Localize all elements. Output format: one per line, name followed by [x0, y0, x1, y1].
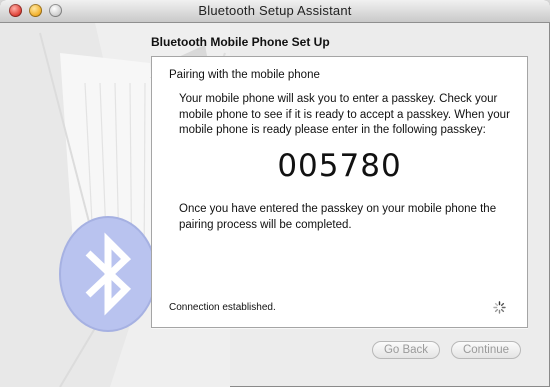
setup-assistant-window: Bluetooth Setup Assistant Bluetooth Mobi…: [0, 0, 550, 387]
completion-text: Once you have entered the passkey on you…: [179, 203, 497, 231]
bluetooth-icon: [59, 216, 157, 332]
go-back-button[interactable]: Go Back: [372, 341, 440, 359]
continue-button[interactable]: Continue: [451, 341, 521, 359]
spinner-icon: [493, 301, 506, 314]
passkey-display: 005780: [277, 148, 402, 184]
title-bar[interactable]: Bluetooth Setup Assistant: [0, 0, 550, 23]
status-text: Connection established.: [169, 302, 276, 313]
content-panel: Pairing with the mobile phone Your mobil…: [151, 56, 528, 328]
panel-heading: Pairing with the mobile phone: [169, 69, 320, 81]
window-title: Bluetooth Setup Assistant: [198, 3, 352, 18]
instructions-text: Your mobile phone will ask you to enter …: [179, 93, 510, 136]
section-header: Bluetooth Mobile Phone Set Up: [151, 35, 330, 49]
